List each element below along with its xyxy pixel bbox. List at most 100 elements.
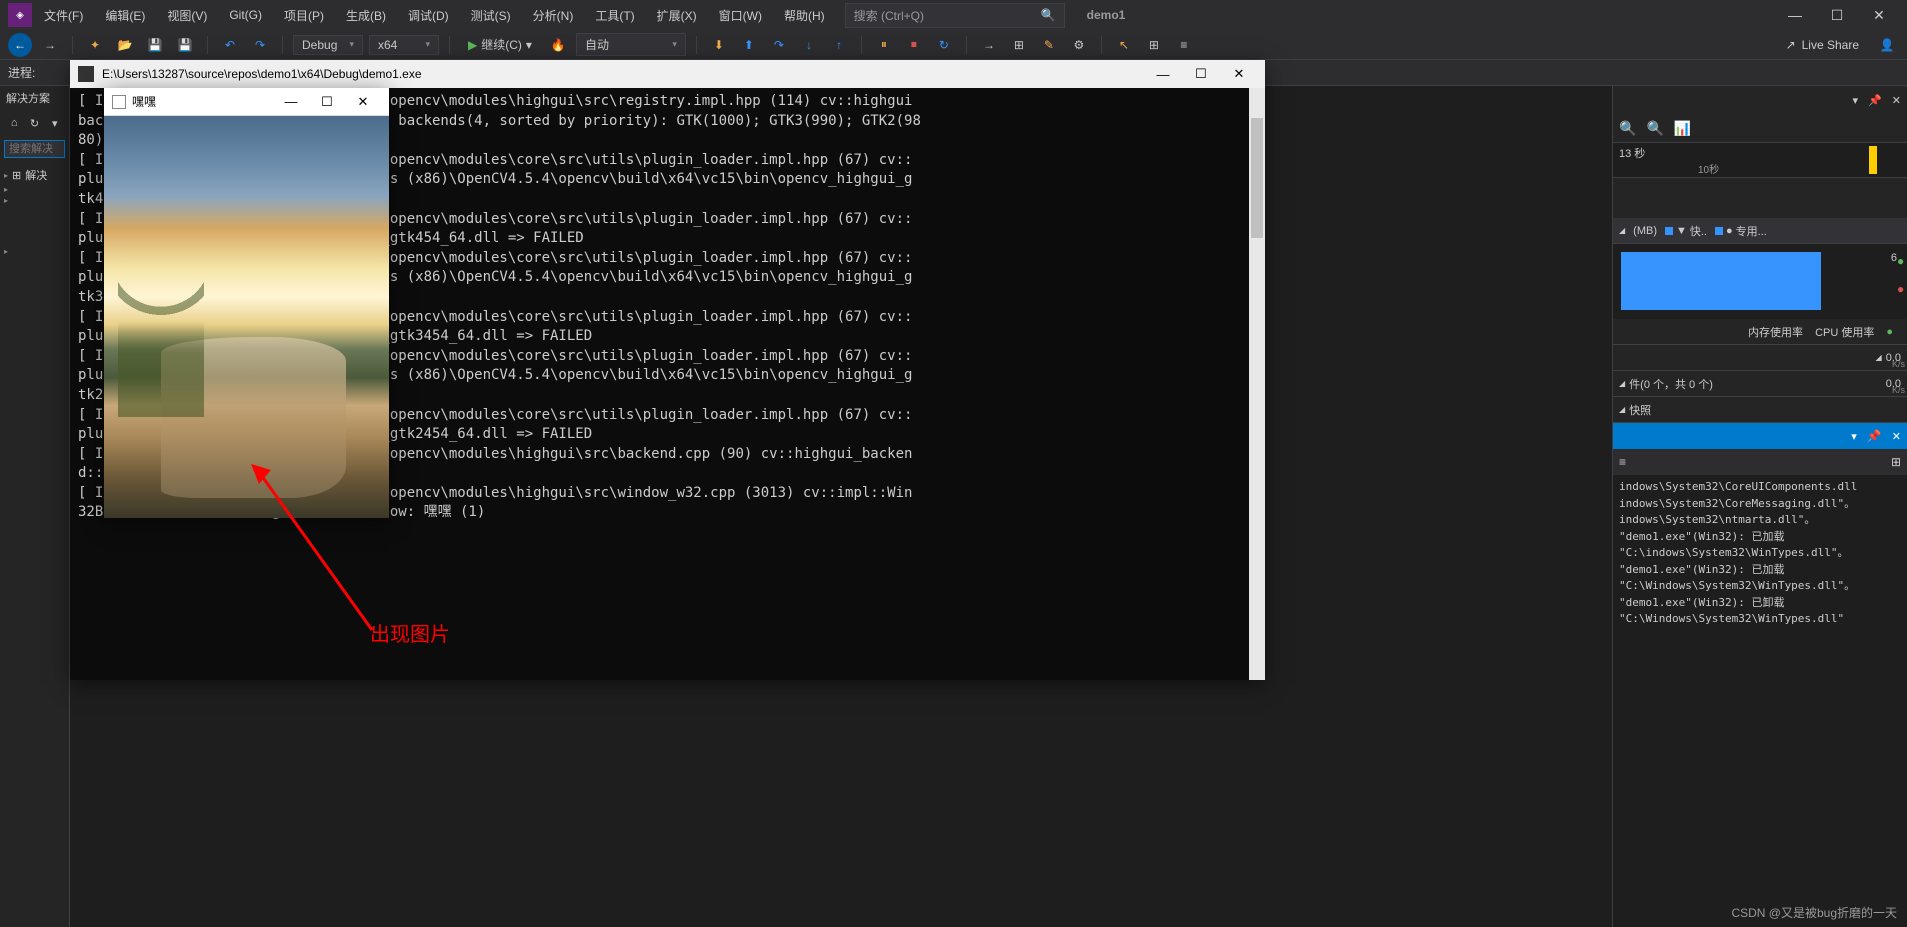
tool-b-icon[interactable]: ⊞	[1007, 33, 1031, 57]
annotation-text: 出现图片	[370, 618, 450, 647]
tool-c-icon[interactable]: ✎	[1037, 33, 1061, 57]
diagnostic-timeline[interactable]: 13 秒 10秒	[1613, 142, 1907, 178]
menu-analyze[interactable]: 分析(N)	[523, 3, 584, 28]
close-icon[interactable]: ✕	[1859, 1, 1899, 29]
output-content[interactable]: indows\System32\CoreUIComponents.dll ind…	[1613, 475, 1907, 927]
menu-test[interactable]: 测试(S)	[461, 3, 521, 28]
new-icon[interactable]: ✦	[83, 33, 107, 57]
step-over-icon[interactable]: ↷	[767, 33, 791, 57]
user-icon[interactable]: 👤	[1875, 33, 1899, 57]
tree-row[interactable]	[4, 246, 65, 257]
step-into-icon[interactable]: ↓	[797, 33, 821, 57]
auto-dropdown[interactable]: 自动	[576, 33, 686, 56]
pin-icon[interactable]: 📌	[1867, 429, 1882, 443]
legend-fast: ▼快..	[1665, 223, 1707, 239]
more-icon[interactable]: ▾	[47, 114, 63, 132]
solution-explorer: 解决方案 ⌂ ↻ ▾ ⊞ 解决	[0, 86, 70, 927]
live-share-button[interactable]: Live Share	[1776, 38, 1869, 52]
layout-icon[interactable]: ⊞	[1142, 33, 1166, 57]
menu-git[interactable]: Git(G)	[219, 4, 272, 26]
image-close-icon[interactable]: ✕	[345, 89, 381, 115]
cpu-use-label[interactable]: CPU 使用率	[1815, 324, 1874, 340]
menu-view[interactable]: 视图(V)	[157, 3, 217, 28]
image-minimize-icon[interactable]: —	[273, 89, 309, 115]
redo-icon[interactable]: ↷	[248, 33, 272, 57]
console-close-icon[interactable]: ✕	[1221, 61, 1257, 87]
toolbar: ← → ✦ 📂 💾 💾 ↶ ↷ Debug x64 继续(C) ▾ 🔥 自动 ⬇…	[0, 30, 1907, 60]
stop-icon[interactable]: ⏹	[902, 33, 926, 57]
search-placeholder: 搜索 (Ctrl+Q)	[854, 7, 924, 24]
output-tool-icon[interactable]: ≡	[1619, 455, 1626, 469]
console-title: E:\Users\13287\source\repos\demo1\x64\De…	[102, 67, 422, 81]
pause-icon[interactable]: ⏸	[872, 33, 896, 57]
tool-1-icon[interactable]: ⬇	[707, 33, 731, 57]
green-indicator-2: ●	[1886, 326, 1893, 338]
console-title-bar[interactable]: E:\Users\13287\source\repos\demo1\x64\De…	[70, 60, 1265, 88]
back-icon[interactable]: ←	[8, 33, 32, 57]
green-indicator: ●	[1897, 254, 1904, 268]
menu-debug[interactable]: 调试(D)	[398, 3, 459, 28]
tool-a-icon[interactable]: →	[977, 33, 1001, 57]
panel-title: 解决方案	[0, 86, 69, 110]
vs-logo-icon: ◈	[8, 3, 32, 27]
search-box[interactable]: 搜索 (Ctrl+Q) 🔍	[845, 3, 1065, 28]
console-maximize-icon[interactable]: ☐	[1183, 61, 1219, 87]
config-dropdown[interactable]: Debug	[293, 35, 363, 55]
output-tabs[interactable]: ▾ 📌 ✕	[1613, 423, 1907, 449]
open-icon[interactable]: 📂	[113, 33, 137, 57]
console-scrollbar[interactable]	[1249, 88, 1265, 680]
dropdown-icon[interactable]: ▾	[1851, 430, 1857, 443]
align-icon[interactable]: ≡	[1172, 33, 1196, 57]
image-title: 嘿嘿	[132, 93, 156, 110]
image-title-bar[interactable]: 嘿嘿 — ☐ ✕	[104, 88, 389, 116]
session-time: 13 秒	[1619, 148, 1645, 160]
diagnostics-panel: ▾ 📌 ✕ 🔍 🔍 📊 13 秒 10秒 (MB) ▼快.. ●专用... 6 …	[1612, 86, 1907, 927]
tree-row[interactable]	[4, 195, 65, 206]
menu-edit[interactable]: 编辑(E)	[95, 3, 155, 28]
home-icon[interactable]: ⌂	[6, 114, 22, 132]
chart-icon[interactable]: 📊	[1674, 120, 1691, 137]
undo-icon[interactable]: ↶	[218, 33, 242, 57]
close-panel-icon[interactable]: ✕	[1892, 94, 1901, 107]
cursor-icon[interactable]: ↖	[1112, 33, 1136, 57]
image-content	[104, 116, 389, 518]
console-minimize-icon[interactable]: —	[1145, 61, 1181, 87]
output-tool-icon[interactable]: ⊞	[1891, 455, 1901, 469]
menu-window[interactable]: 窗口(W)	[709, 3, 772, 28]
hot-reload-icon[interactable]: 🔥	[546, 33, 570, 57]
image-maximize-icon[interactable]: ☐	[309, 89, 345, 115]
events-row[interactable]: 0.0 K/s	[1613, 345, 1907, 371]
timeline-cursor[interactable]	[1869, 146, 1877, 174]
solution-node[interactable]: ⊞ 解决	[4, 166, 65, 184]
refresh-icon[interactable]: ↻	[26, 114, 42, 132]
menu-extensions[interactable]: 扩展(X)	[647, 3, 707, 28]
minimize-icon[interactable]: —	[1775, 1, 1815, 29]
pin-icon[interactable]: 📌	[1868, 94, 1882, 107]
zoom-in-icon[interactable]: 🔍	[1619, 120, 1636, 137]
step-out-icon[interactable]: ↑	[827, 33, 851, 57]
save-all-icon[interactable]: 💾	[173, 33, 197, 57]
solution-search-input[interactable]	[4, 140, 65, 158]
continue-button[interactable]: 继续(C) ▾	[460, 34, 540, 55]
maximize-icon[interactable]: ☐	[1817, 1, 1857, 29]
tree-row[interactable]	[4, 184, 65, 195]
zoom-out-icon[interactable]: 🔍	[1646, 120, 1663, 137]
forward-icon[interactable]: →	[38, 33, 62, 57]
menu-build[interactable]: 生成(B)	[336, 3, 396, 28]
platform-dropdown[interactable]: x64	[369, 35, 439, 55]
memory-section-header[interactable]: (MB) ▼快.. ●专用...	[1613, 218, 1907, 244]
snapshot-row[interactable]: 快照	[1613, 397, 1907, 423]
dropdown-icon[interactable]: ▾	[1853, 94, 1859, 107]
menu-project[interactable]: 项目(P)	[274, 3, 334, 28]
menu-file[interactable]: 文件(F)	[34, 3, 93, 28]
close-icon[interactable]: ✕	[1892, 430, 1901, 443]
events-count-row[interactable]: 件(0 个，共 0 个) 0.0 K/s	[1613, 371, 1907, 397]
menu-tools[interactable]: 工具(T)	[585, 3, 644, 28]
mem-sub-row: 内存使用率 CPU 使用率 ●	[1613, 319, 1907, 345]
tool-2-icon[interactable]: ⬆	[737, 33, 761, 57]
save-icon[interactable]: 💾	[143, 33, 167, 57]
tool-d-icon[interactable]: ⚙	[1067, 33, 1091, 57]
mem-use-label[interactable]: 内存使用率	[1748, 324, 1803, 340]
menu-help[interactable]: 帮助(H)	[774, 3, 835, 28]
restart-icon[interactable]: ↻	[932, 33, 956, 57]
